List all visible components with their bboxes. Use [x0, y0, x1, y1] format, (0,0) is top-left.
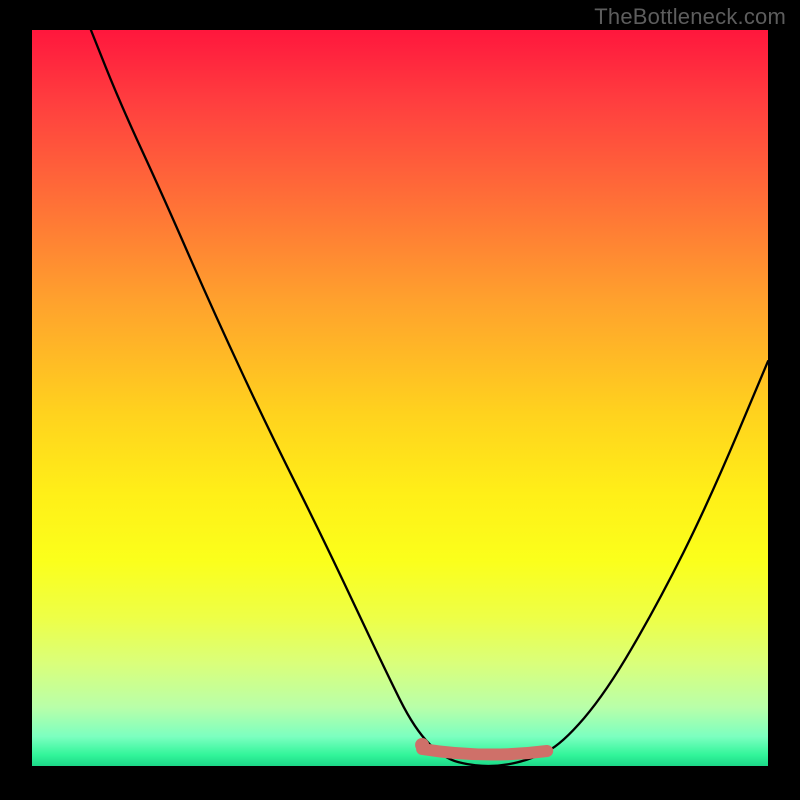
bottleneck-curve: [91, 30, 768, 766]
chart-svg: [32, 30, 768, 766]
watermark-text: TheBottleneck.com: [594, 4, 786, 30]
highlight-endpoint: [415, 738, 429, 752]
optimal-range-highlight: [422, 749, 547, 755]
chart-container: TheBottleneck.com: [0, 0, 800, 800]
